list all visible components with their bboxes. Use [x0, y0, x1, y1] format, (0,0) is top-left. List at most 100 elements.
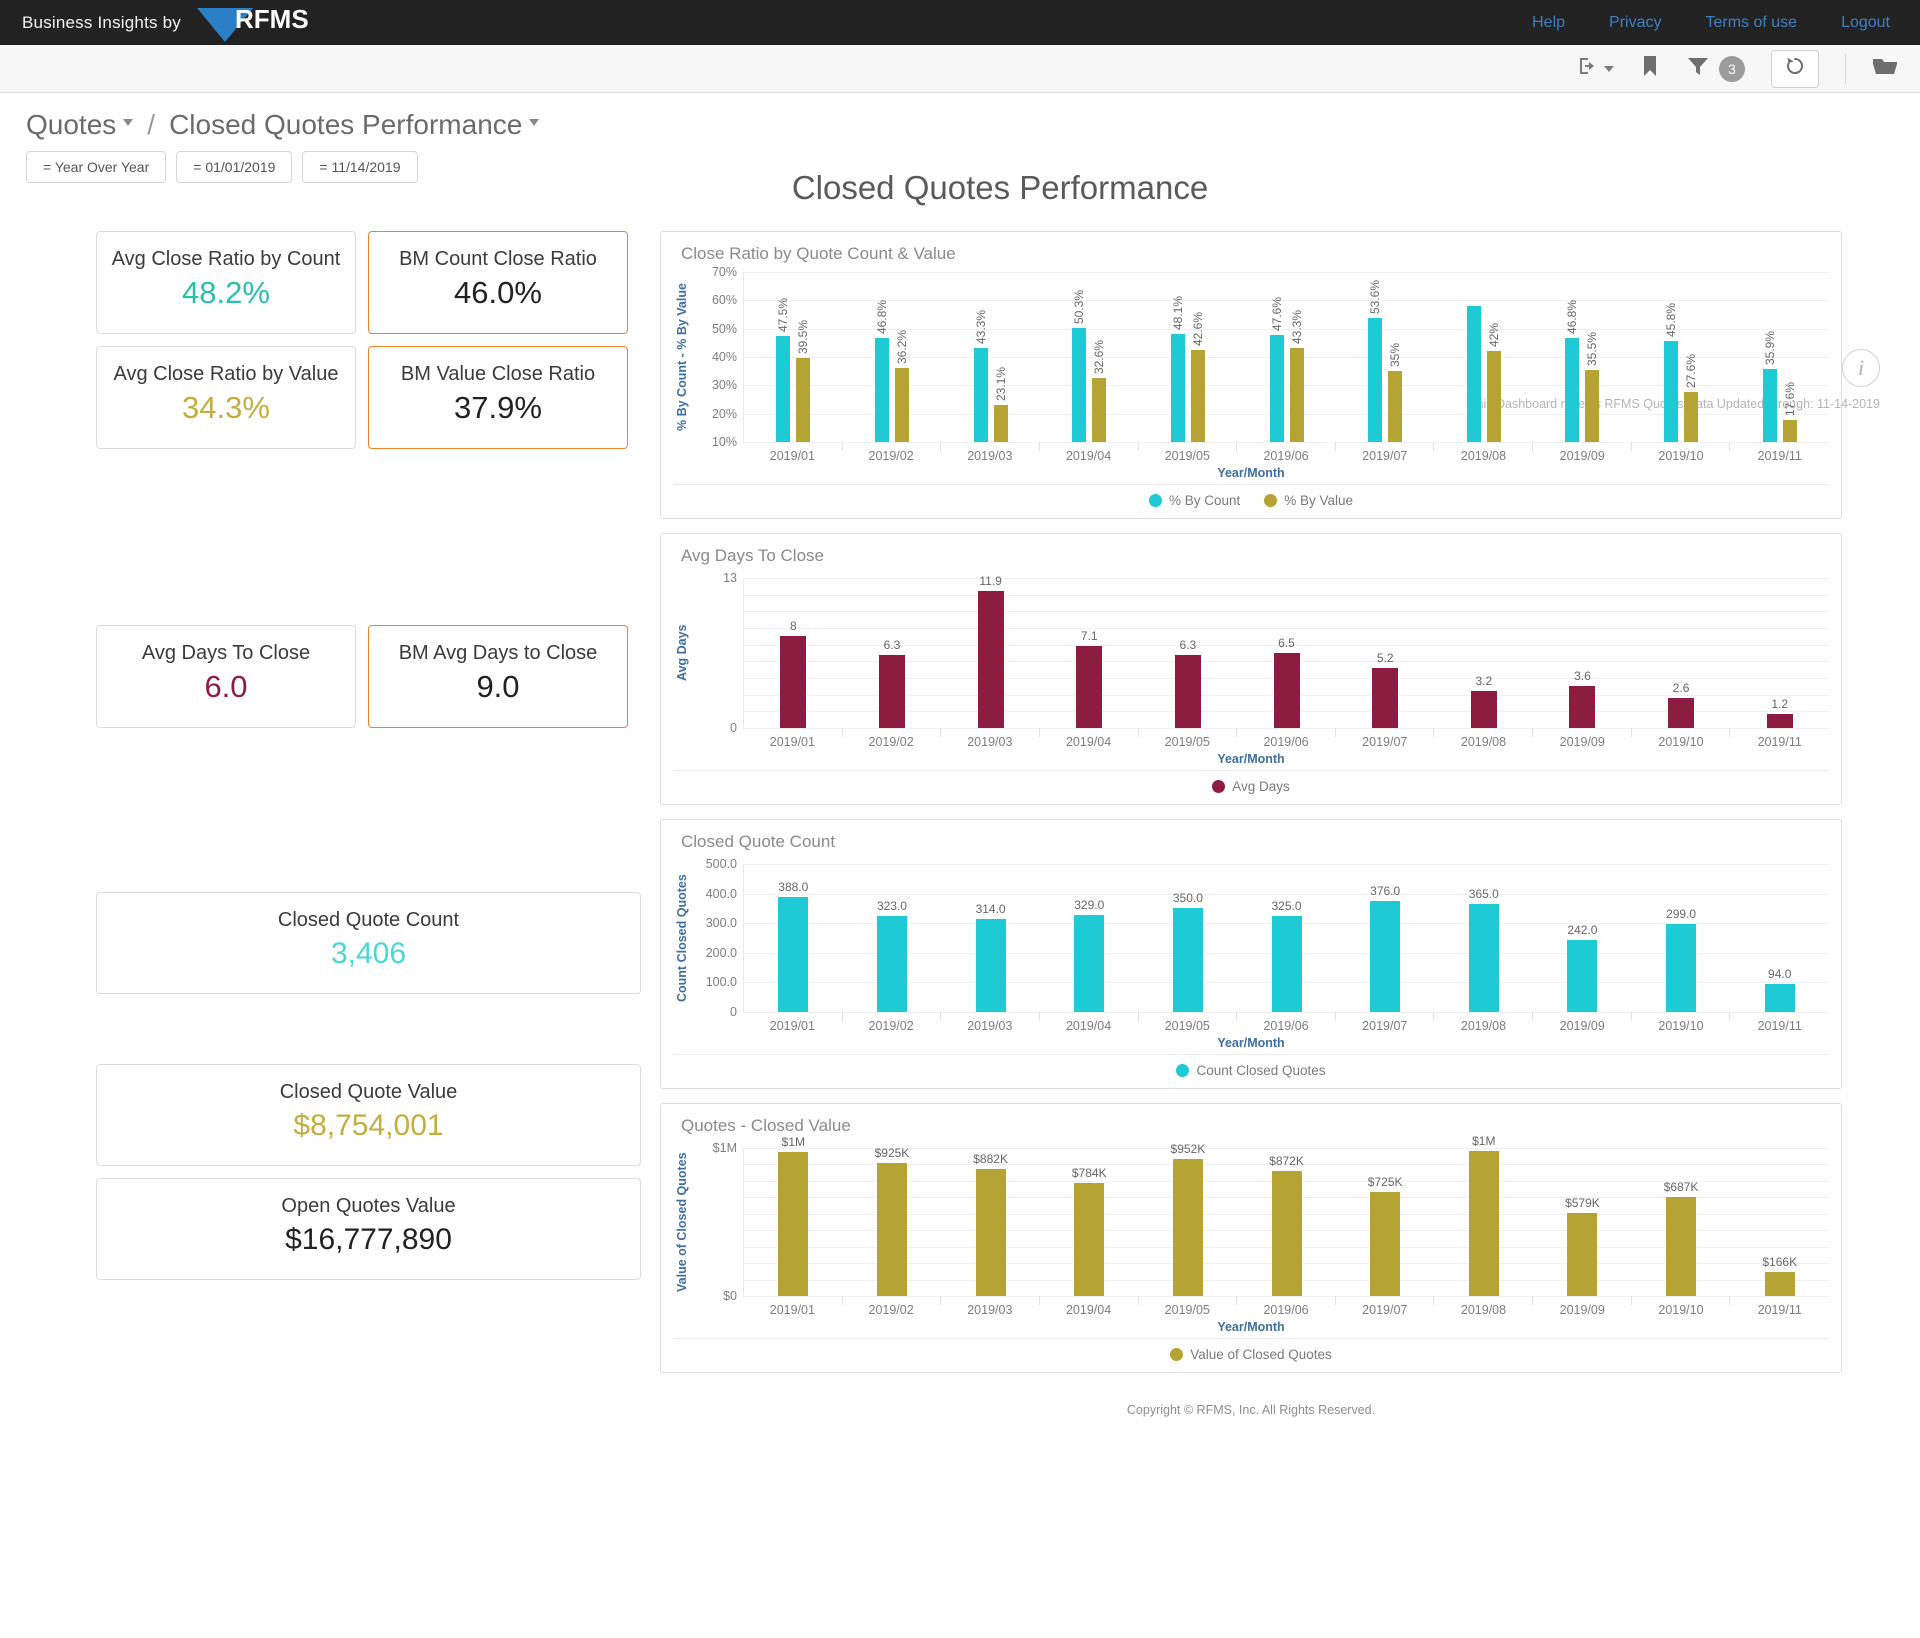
bar[interactable]: 27.6% [1684, 354, 1699, 442]
bar[interactable]: 11.9 [977, 574, 1004, 728]
filter-button[interactable]: 3 [1686, 55, 1745, 82]
bar[interactable]: 23.1% [993, 367, 1008, 442]
bar[interactable]: 50.3% [1072, 290, 1087, 442]
bar[interactable]: 1.2 [1766, 697, 1793, 728]
kpi-value: $8,754,001 [293, 1108, 444, 1142]
bar[interactable]: $952K [1171, 1142, 1205, 1296]
bar[interactable]: $1M [1468, 1134, 1499, 1296]
legend-item[interactable]: % By Count [1148, 493, 1240, 508]
legend-item[interactable]: Value of Closed Quotes [1170, 1347, 1332, 1362]
bar[interactable]: 329.0 [1074, 898, 1104, 1012]
open-folder-button[interactable] [1872, 55, 1898, 82]
bar-value-label: 376.0 [1370, 883, 1401, 898]
bar[interactable]: 6.3 [878, 638, 905, 728]
bar[interactable]: 5.2 [1372, 651, 1399, 728]
info-icon[interactable]: i [1842, 349, 1880, 387]
bar[interactable]: 43.3% [973, 310, 988, 442]
bar[interactable]: 35.9% [1762, 331, 1777, 442]
bar[interactable]: 48.1% [1170, 296, 1185, 442]
bar[interactable]: $725K [1368, 1175, 1403, 1296]
bar[interactable]: 42% [1486, 323, 1501, 442]
chart-close-ratio: % By Count - % By Value 70% 60% 50% 40% 30% 2… [673, 265, 1829, 451]
bar[interactable]: 47.6% [1269, 297, 1284, 442]
kpi-value: 6.0 [204, 668, 248, 704]
bar-value-label: 6.3 [1179, 638, 1197, 653]
kpi-open-quotes-value[interactable]: Open Quotes Value $16,777,890 [96, 1178, 641, 1280]
bar-value-label: 323.0 [876, 899, 907, 914]
kpi-avg-days-to-close[interactable]: Avg Days To Close 6.0 [96, 625, 356, 728]
nav-link-privacy[interactable]: Privacy [1609, 14, 1661, 32]
bar[interactable]: 39.5% [796, 320, 811, 442]
bar[interactable]: 3.6 [1569, 669, 1596, 728]
bar[interactable]: 47.5% [776, 298, 791, 442]
breadcrumb-separator: / [147, 109, 156, 140]
bar[interactable]: 32.6% [1092, 340, 1107, 442]
bar[interactable] [1466, 306, 1481, 442]
bar[interactable]: 35% [1388, 343, 1403, 442]
bar[interactable]: 314.0 [976, 902, 1006, 1012]
bar[interactable]: 350.0 [1173, 891, 1203, 1012]
bar[interactable]: 242.0 [1567, 923, 1597, 1012]
panel-close-ratio: Close Ratio by Quote Count & Value % By … [660, 231, 1842, 519]
bar[interactable]: 3.2 [1470, 674, 1497, 728]
bar[interactable]: 6.3 [1174, 638, 1201, 728]
bar[interactable]: 53.6% [1368, 280, 1383, 442]
nav-link-terms[interactable]: Terms of use [1705, 14, 1797, 32]
bar[interactable]: 46.8% [874, 300, 889, 442]
kpi-avg-close-ratio-by-value[interactable]: Avg Close Ratio by Value 34.3% [96, 346, 356, 449]
bar[interactable]: $872K [1269, 1154, 1304, 1296]
nav-link-logout[interactable]: Logout [1841, 14, 1890, 32]
bar[interactable]: 35.5% [1585, 332, 1600, 442]
bar[interactable]: 365.0 [1469, 887, 1499, 1012]
kpi-bm-count-close-ratio[interactable]: BM Count Close Ratio 46.0% [368, 231, 628, 334]
kpi-avg-close-ratio-by-count[interactable]: Avg Close Ratio by Count 48.2% [96, 231, 356, 334]
bar[interactable]: 17.6% [1782, 382, 1797, 442]
x-axis-tick: 2019/06 [1263, 1303, 1309, 1317]
x-axis-tick: 2019/06 [1263, 1019, 1309, 1033]
x-axis-tick: 2019/04 [1065, 1019, 1112, 1033]
bar[interactable]: 94.0 [1764, 967, 1795, 1012]
bar[interactable]: 8 [780, 619, 807, 728]
bar[interactable]: 36.2% [894, 330, 909, 442]
breadcrumb-current-label: Closed Quotes Performance [169, 109, 523, 140]
x-axis-tick: 2019/09 [1559, 449, 1605, 463]
x-axis-tick: 2019/03 [967, 735, 1013, 749]
bar-slot: $872K [1237, 1148, 1336, 1305]
filter-count-badge: 3 [1719, 55, 1745, 82]
chart-y-axis-label: Value of Closed Quotes [675, 1152, 689, 1292]
breadcrumb-current[interactable]: Closed Quotes Performance [169, 109, 540, 141]
bar[interactable]: 323.0 [877, 899, 907, 1012]
legend-item[interactable]: Avg Days [1212, 779, 1290, 794]
breadcrumb-root[interactable]: Quotes [26, 109, 134, 141]
bar[interactable]: 42.6% [1190, 312, 1205, 442]
bar[interactable]: 299.0 [1666, 907, 1696, 1012]
bar[interactable]: $687K [1664, 1180, 1698, 1296]
bar[interactable]: 2.6 [1668, 681, 1695, 728]
chart-x-axis: 2019/01 2019/02 2019/03 2019/04 2019/05 2019/… [743, 1012, 1829, 1033]
bookmark-button[interactable] [1640, 54, 1660, 83]
nav-link-help[interactable]: Help [1532, 14, 1565, 32]
legend-item[interactable]: % By Value [1264, 493, 1353, 508]
bar[interactable]: $925K [875, 1146, 909, 1296]
bar[interactable]: 325.0 [1272, 899, 1302, 1012]
bar[interactable]: 43.3% [1289, 310, 1304, 442]
bar[interactable]: $1M [778, 1135, 809, 1296]
bar[interactable]: $166K [1762, 1255, 1797, 1296]
kpi-bm-value-close-ratio[interactable]: BM Value Close Ratio 37.9% [368, 346, 628, 449]
export-button[interactable] [1577, 55, 1614, 82]
bar[interactable]: 46.8% [1565, 300, 1580, 442]
bar[interactable]: 376.0 [1370, 884, 1400, 1012]
bar[interactable]: $784K [1072, 1166, 1107, 1296]
kpi-closed-quote-value[interactable]: Closed Quote Value $8,754,001 [96, 1064, 641, 1166]
legend-item[interactable]: Count Closed Quotes [1176, 1063, 1326, 1078]
bar[interactable]: $579K [1565, 1196, 1600, 1296]
bar[interactable]: $882K [973, 1152, 1008, 1296]
bar[interactable]: 7.1 [1076, 629, 1103, 728]
bar[interactable]: 388.0 [778, 880, 808, 1012]
refresh-button[interactable] [1771, 49, 1819, 88]
bar[interactable]: 45.8% [1664, 303, 1679, 442]
bar[interactable]: 6.5 [1273, 636, 1300, 728]
kpi-closed-quote-count[interactable]: Closed Quote Count 3,406 [96, 892, 641, 994]
x-axis-tick: 2019/11 [1757, 735, 1802, 749]
kpi-bm-avg-days-to-close[interactable]: BM Avg Days to Close 9.0 [368, 625, 628, 728]
